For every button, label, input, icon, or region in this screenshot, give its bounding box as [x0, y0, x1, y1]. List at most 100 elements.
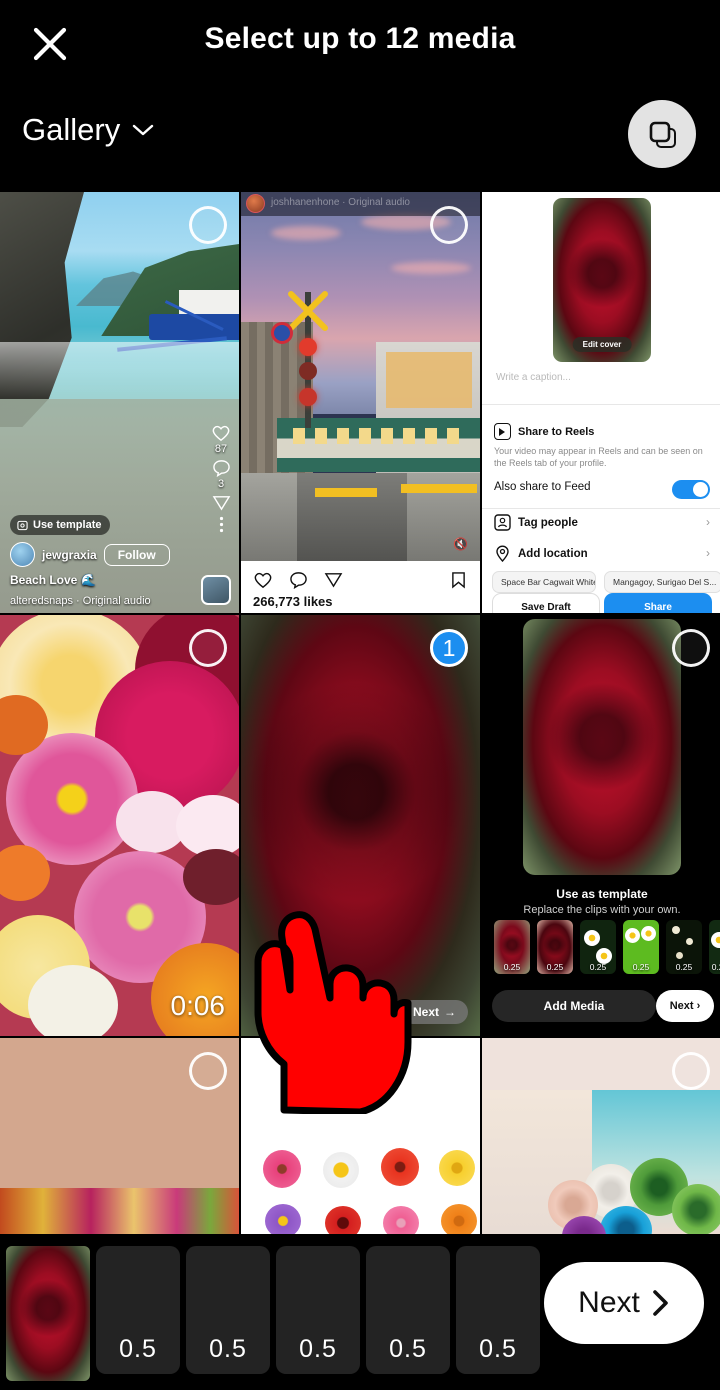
template-clip[interactable]: 0.25	[709, 920, 720, 974]
heart-icon[interactable]	[253, 571, 273, 589]
slot-duration: 0.5	[299, 1335, 337, 1363]
avatar[interactable]	[10, 542, 35, 567]
add-location-label[interactable]: Add location	[518, 548, 588, 560]
filmstrip-slot[interactable]: 0.5	[96, 1246, 180, 1374]
chevron-right-icon: ›	[696, 1000, 701, 1012]
location-chip-2[interactable]: Mangagoy, Surigao Del S...	[604, 571, 720, 593]
template-next-label: Next	[669, 1000, 694, 1012]
video-duration: 0:06	[170, 990, 226, 1021]
multi-select-button[interactable]	[628, 100, 696, 168]
slot-duration: 0.5	[119, 1335, 157, 1363]
clip-duration: 0.25	[675, 962, 693, 972]
add-media-button[interactable]: Add Media	[492, 990, 656, 1022]
gallery-bar: Gallery	[0, 92, 720, 192]
multi-select-icon	[649, 121, 676, 148]
use-template-chip[interactable]: Use template	[10, 515, 111, 535]
media-tile-tan-flowers[interactable]	[0, 1038, 239, 1234]
share-action[interactable]	[212, 494, 231, 512]
filmstrip-slot[interactable]: 0.5	[456, 1246, 540, 1374]
filmstrip-slot[interactable]: 0.5	[276, 1246, 360, 1374]
location-pin-icon	[496, 545, 509, 562]
selection-circle[interactable]	[189, 629, 227, 667]
comment-icon[interactable]	[289, 571, 308, 589]
share-screenshot-thumbnail: Edit cover Write a caption... Share to R…	[482, 192, 720, 613]
train-thumbnail: joshhanenhone · Original audio 🔇 266,773…	[241, 192, 480, 613]
reels-icon	[494, 423, 511, 440]
reel-username[interactable]: jewgraxia	[42, 548, 97, 562]
template-icon	[17, 520, 28, 530]
edit-cover-button[interactable]: Edit cover	[572, 337, 632, 352]
selection-badge[interactable]: 1	[430, 629, 468, 667]
likes-count: 266,773 likes	[253, 594, 333, 609]
template-screenshot-thumbnail: Use as template Replace the clips with y…	[482, 615, 720, 1036]
gallery-dropdown[interactable]: Gallery	[22, 112, 154, 148]
media-tile-share-screenshot[interactable]: Edit cover Write a caption... Share to R…	[482, 192, 720, 613]
template-next-button[interactable]: Next ›	[656, 990, 714, 1022]
like-count: 87	[214, 443, 228, 455]
media-picker-screen: Select up to 12 media Gallery 87 3 Use t…	[0, 0, 720, 1390]
selection-circle[interactable]	[672, 629, 710, 667]
selection-circle[interactable]	[672, 1052, 710, 1090]
slot-duration: 0.5	[389, 1335, 427, 1363]
crossing-sign-icon	[288, 291, 328, 331]
media-tile-use-as-template[interactable]: Use as template Replace the clips with y…	[482, 615, 720, 1036]
save-draft-button[interactable]: Save Draft	[492, 593, 600, 613]
clip-duration: 0.25	[546, 962, 564, 972]
next-label: Next	[578, 1286, 640, 1319]
share-button[interactable]: Share	[604, 593, 712, 613]
media-tile-train-crossing[interactable]: joshhanenhone · Original audio 🔇 266,773…	[241, 192, 480, 613]
mute-icon: 🔇	[453, 537, 468, 551]
chevron-right-icon	[653, 1290, 668, 1316]
comment-action[interactable]: 3	[212, 459, 231, 490]
slot-duration: 0.5	[209, 1335, 247, 1363]
tag-people-label[interactable]: Tag people	[518, 517, 578, 529]
also-share-toggle[interactable]	[672, 480, 710, 499]
share-to-reels-description: Your video may appear in Reels and can b…	[494, 446, 703, 469]
selection-circle[interactable]	[189, 206, 227, 244]
tile-next-label: Next	[412, 1005, 439, 1019]
template-clip[interactable]: 0.25	[623, 920, 659, 974]
media-tile-cream-roses[interactable]	[482, 1038, 720, 1234]
next-button[interactable]: Next	[544, 1262, 704, 1344]
selection-circle[interactable]	[189, 1052, 227, 1090]
bookmark-icon[interactable]	[451, 571, 466, 589]
clip-duration: 0.25	[711, 962, 720, 972]
template-clip[interactable]: 0.25	[537, 920, 573, 974]
reel-user-row: jewgraxia Follow	[10, 542, 170, 567]
media-tile-white-flower-icons[interactable]	[241, 1038, 480, 1234]
clip-duration: 0.25	[632, 962, 650, 972]
filmstrip-slot[interactable]: 0.5	[186, 1246, 270, 1374]
add-location-chevron-icon: ›	[706, 546, 710, 560]
like-action[interactable]: 87	[211, 424, 231, 455]
arrow-right-icon: →	[444, 1005, 456, 1019]
follow-button[interactable]: Follow	[103, 543, 170, 566]
page-title: Select up to 12 media	[204, 22, 516, 55]
media-tile-red-rose[interactable]: Next → 1	[241, 615, 480, 1036]
use-as-template-subtitle: Replace the clips with your own.	[523, 904, 681, 916]
filmstrip-selected-thumbnail[interactable]	[6, 1246, 90, 1381]
share-to-reels-title: Share to Reels	[518, 426, 595, 438]
reel-caption: Beach Love 🌊	[10, 573, 96, 587]
media-tile-colorful-flowers[interactable]: 0:06	[0, 615, 239, 1036]
selection-circle[interactable]	[430, 1052, 468, 1090]
filmstrip-slot[interactable]: 0.5	[366, 1246, 450, 1374]
selection-circle[interactable]	[672, 206, 710, 244]
reel-caption-text: Beach Love	[10, 573, 78, 587]
cover-preview: Edit cover	[553, 198, 651, 362]
media-tile-beach-reel[interactable]: 87 3 Use template jewgraxia Follow Beach…	[0, 192, 239, 613]
top-bar: Select up to 12 media	[0, 0, 720, 92]
selection-circle[interactable]	[430, 206, 468, 244]
audio-bar-text: joshhanenhone · Original audio	[271, 197, 410, 208]
use-as-template-title: Use as template	[556, 887, 648, 901]
template-clip[interactable]: 0.25	[666, 920, 702, 974]
reel-audio-label[interactable]: alteredsnaps · Original audio	[10, 595, 210, 607]
use-template-label: Use template	[33, 519, 102, 531]
tile-next-button[interactable]: Next →	[400, 1000, 468, 1024]
caption-placeholder[interactable]: Write a caption...	[496, 372, 571, 383]
template-clip[interactable]: 0.25	[580, 920, 616, 974]
template-clip[interactable]: 0.25	[494, 920, 530, 974]
location-chip-1[interactable]: Space Bar Cagwait White...	[492, 571, 596, 593]
audio-thumbnail[interactable]	[201, 575, 231, 605]
more-options-icon[interactable]	[219, 516, 224, 533]
share-icon[interactable]	[324, 571, 343, 589]
